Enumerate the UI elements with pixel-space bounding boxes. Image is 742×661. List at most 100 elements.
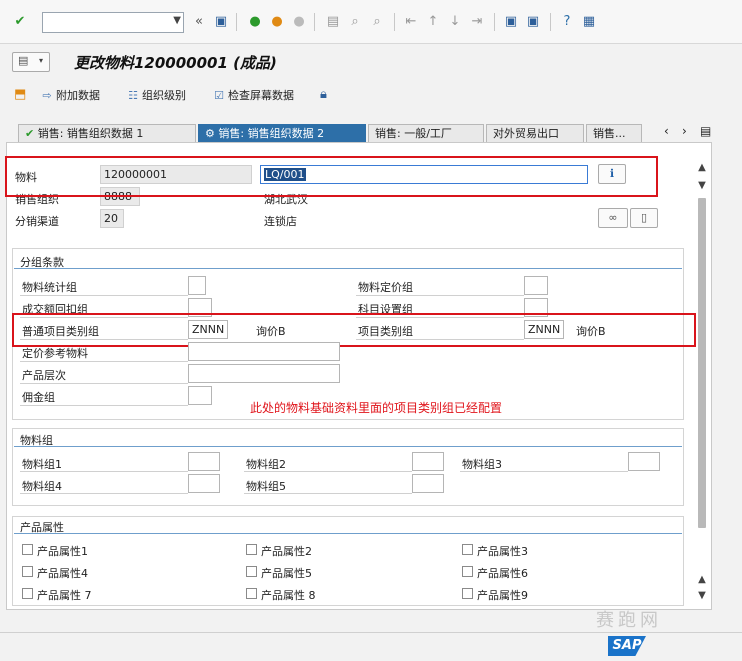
product-attribute-8-checkbox[interactable] xyxy=(246,588,257,599)
other-material-icon[interactable]: ⬒ xyxy=(14,87,26,102)
scroll-down-icon[interactable]: ▼ xyxy=(694,590,710,601)
arrow-right-icon: ⇨ xyxy=(42,89,52,102)
material-group-1-label: 物料组1 xyxy=(22,458,62,471)
commission-group-input[interactable] xyxy=(188,386,212,405)
last-page-icon[interactable]: ⇥ xyxy=(468,13,486,31)
settings-icon: ⚙ xyxy=(205,127,215,140)
product-attribute-5-label: 产品属性5 xyxy=(261,567,312,580)
tab-sales-more[interactable]: 销售... xyxy=(586,124,642,142)
find-next-icon[interactable]: ⌕ xyxy=(368,13,386,31)
product-attribute-9-label: 产品属性9 xyxy=(477,589,528,602)
distribution-channel-description: 连锁店 xyxy=(264,215,297,228)
layout-menu-icon[interactable]: ▦ xyxy=(580,13,598,31)
pricing-ref-material-label: 定价参考物料 xyxy=(22,347,88,360)
save-icon[interactable]: ▣ xyxy=(212,13,230,31)
material-group-2-input[interactable] xyxy=(412,452,444,471)
product-attribute-9-checkbox[interactable] xyxy=(462,588,473,599)
field-underline xyxy=(20,383,188,384)
product-hierarchy-input[interactable] xyxy=(188,364,340,383)
material-group-4-input[interactable] xyxy=(188,474,220,493)
material-group-4-label: 物料组4 xyxy=(22,480,62,493)
check-screen-data-button[interactable]: ☑ 检查屏幕数据 xyxy=(212,87,294,105)
product-attribute-2-label: 产品属性2 xyxy=(261,545,312,558)
field-underline xyxy=(244,493,412,494)
shortcut-icon[interactable]: ▣ xyxy=(524,13,542,31)
field-underline xyxy=(356,295,524,296)
field-underline xyxy=(20,493,188,494)
product-attribute-3-label: 产品属性3 xyxy=(477,545,528,558)
document-button[interactable]: ▯ xyxy=(630,208,658,228)
find-icon[interactable]: ⌕ xyxy=(346,13,364,31)
field-underline xyxy=(20,405,188,406)
material-group-3-input[interactable] xyxy=(628,452,660,471)
product-attribute-1-label: 产品属性1 xyxy=(37,545,88,558)
scroll-up-end-icon[interactable]: ▲ xyxy=(694,574,710,585)
product-attribute-6-label: 产品属性6 xyxy=(477,567,528,580)
glasses-button[interactable]: ∞ xyxy=(598,208,628,228)
scroll-up-icon[interactable]: ▲ xyxy=(694,162,710,173)
lock-icon[interactable]: 🔒︎ xyxy=(320,87,327,102)
field-underline xyxy=(20,361,188,362)
field-underline xyxy=(20,295,188,296)
mat-price-group-label: 物料定价组 xyxy=(358,281,413,294)
product-attribute-7-label: 产品属性 7 xyxy=(37,589,92,602)
cancel-icon[interactable]: ● xyxy=(290,13,308,31)
menu-toggle-button[interactable]: ▤ ▾ xyxy=(12,52,50,72)
product-attribute-2-checkbox[interactable] xyxy=(246,544,257,555)
tab-list-icon[interactable]: ▤ xyxy=(700,124,711,138)
vertical-scrollbar[interactable]: ▲ ▼ ▲ ▼ xyxy=(694,160,710,605)
product-hierarchy-label: 产品层次 xyxy=(22,369,66,382)
tab-scroll-right-icon[interactable]: › xyxy=(682,124,687,138)
org-levels-button[interactable]: ☷ 组织级别 xyxy=(126,87,186,105)
first-page-icon[interactable]: ⇤ xyxy=(402,13,420,31)
distribution-channel-label: 分销渠道 xyxy=(15,215,59,228)
tab-sales-general-plant[interactable]: 销售: 一般/工厂 xyxy=(368,124,484,142)
org-tree-icon: ☷ xyxy=(128,89,138,102)
back-icon[interactable]: ● xyxy=(246,13,264,31)
scroll-down-small-icon[interactable]: ▼ xyxy=(694,180,710,191)
exit-icon[interactable]: ● xyxy=(268,13,286,31)
scrollbar-thumb[interactable] xyxy=(698,198,706,528)
tab-foreign-trade-export[interactable]: 对外贸易出口 xyxy=(486,124,584,142)
additional-data-button[interactable]: ⇨ 附加数据 xyxy=(40,87,100,105)
tab-sales-org-2[interactable]: ⚙ 销售: 销售组织数据 2 xyxy=(198,124,366,142)
material-group-2-label: 物料组2 xyxy=(246,458,286,471)
product-attribute-4-checkbox[interactable] xyxy=(22,566,33,577)
toolbar-separator xyxy=(550,13,551,31)
chevron-down-icon[interactable]: ▼ xyxy=(173,15,181,26)
highlight-box-item-category xyxy=(12,313,696,347)
help-icon[interactable]: ? xyxy=(558,13,576,31)
material-group-3-label: 物料组3 xyxy=(462,458,502,471)
field-underline xyxy=(244,471,412,472)
material-group-1-input[interactable] xyxy=(188,452,220,471)
next-page-icon[interactable]: ↓ xyxy=(446,13,464,31)
product-attribute-1-checkbox[interactable] xyxy=(22,544,33,555)
enter-check-icon[interactable]: ✔ xyxy=(11,13,29,31)
commission-group-label: 佣金组 xyxy=(22,391,55,404)
tab-scroll-left-icon[interactable]: ‹ xyxy=(664,124,669,138)
product-attributes-section xyxy=(12,516,684,606)
double-left-icon[interactable]: « xyxy=(190,13,208,31)
toolbar-separator xyxy=(236,13,237,31)
print-icon[interactable]: ▤ xyxy=(324,13,342,31)
toolbar-separator xyxy=(394,13,395,31)
product-attribute-6-checkbox[interactable] xyxy=(462,566,473,577)
pricing-ref-material-input[interactable] xyxy=(188,342,340,361)
field-underline xyxy=(460,471,628,472)
tab-sales-org-1[interactable]: ✔ 销售: 销售组织数据 1 xyxy=(18,124,196,142)
mat-price-group-input[interactable] xyxy=(524,276,548,295)
toolbar-separator xyxy=(494,13,495,31)
material-group-5-input[interactable] xyxy=(412,474,444,493)
product-attribute-3-checkbox[interactable] xyxy=(462,544,473,555)
material-groups-section xyxy=(12,428,684,506)
page-title: 更改物料120000001 (成品) xyxy=(74,54,277,72)
mat-stat-group-input[interactable] xyxy=(188,276,206,295)
watermark: 赛跑网 xyxy=(596,610,662,631)
material-group-5-label: 物料组5 xyxy=(246,480,286,493)
product-attribute-4-label: 产品属性4 xyxy=(37,567,88,580)
command-field[interactable]: ▼ xyxy=(42,12,184,33)
prev-page-icon[interactable]: ↑ xyxy=(424,13,442,31)
new-session-icon[interactable]: ▣ xyxy=(502,13,520,31)
product-attribute-5-checkbox[interactable] xyxy=(246,566,257,577)
product-attribute-7-checkbox[interactable] xyxy=(22,588,33,599)
